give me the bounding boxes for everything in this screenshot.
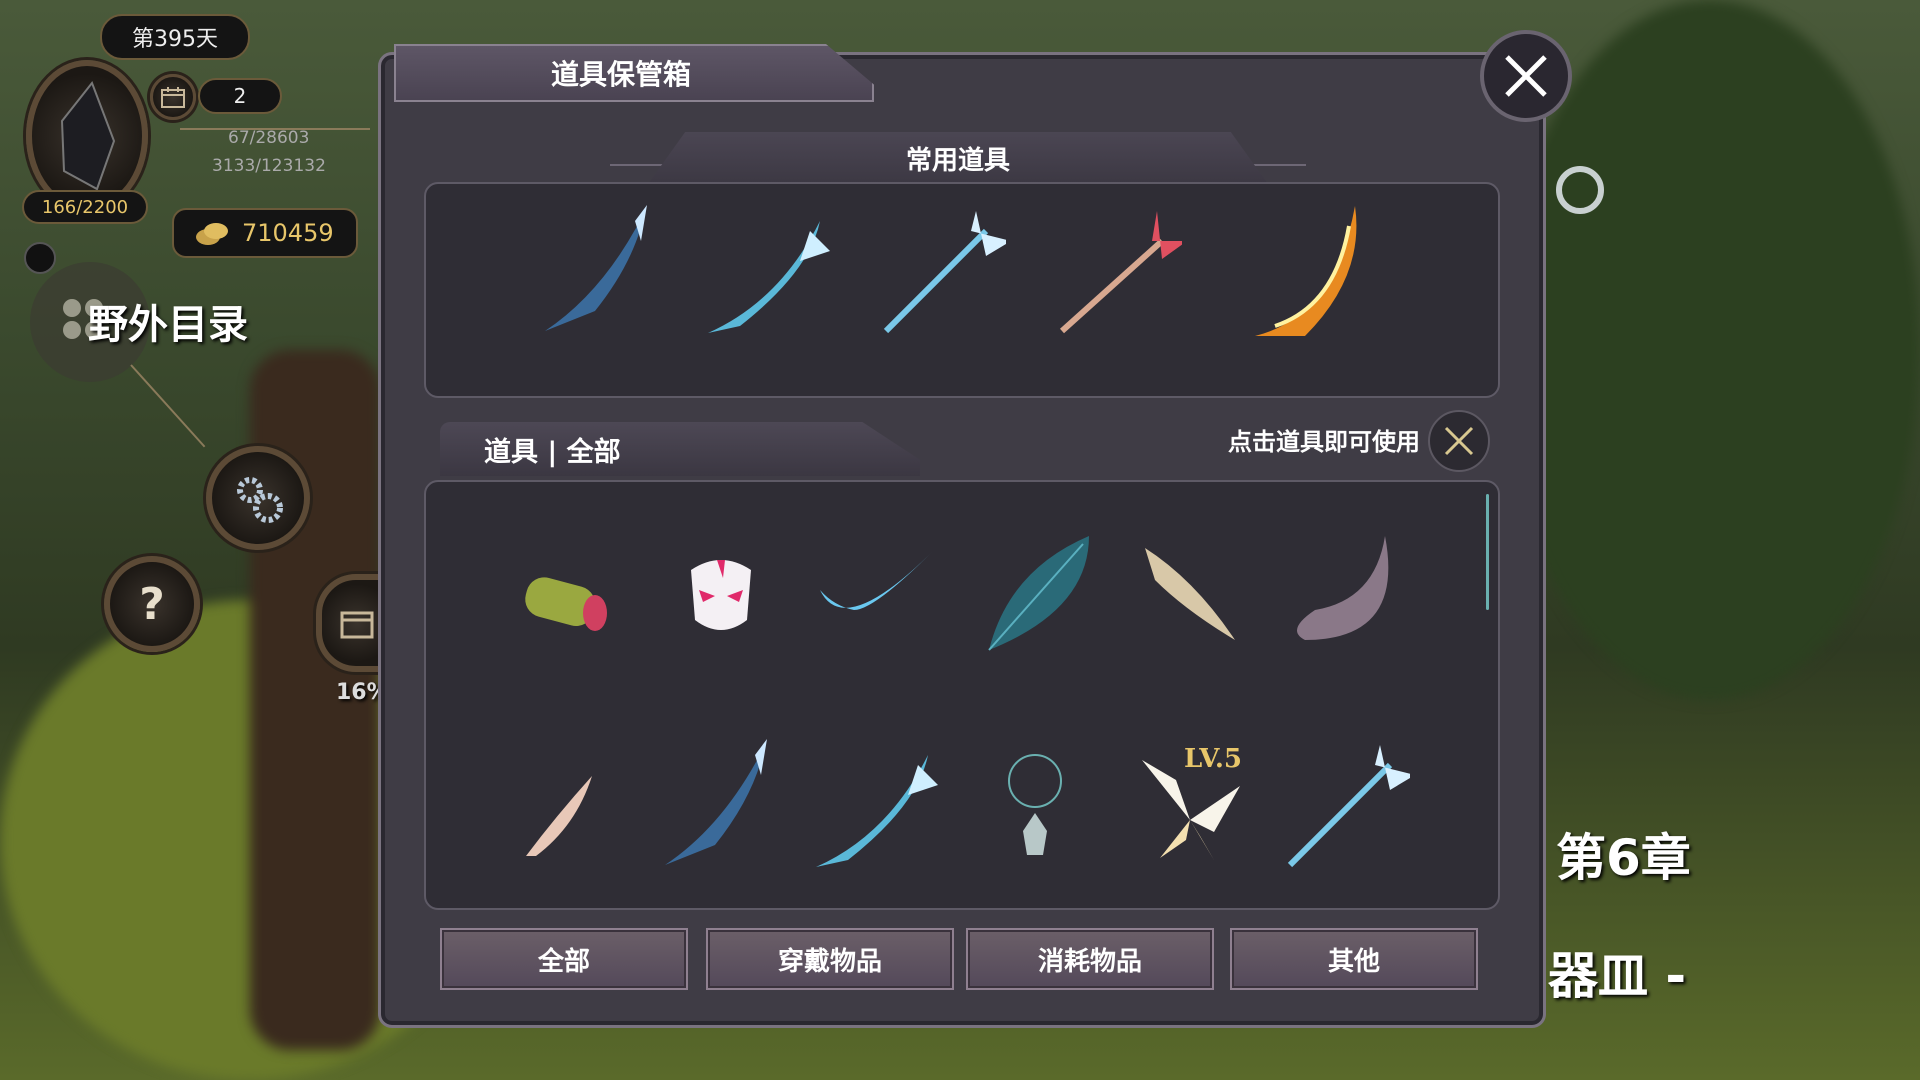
blue-feather-blade-icon <box>665 739 767 865</box>
gold-amount: 710459 <box>242 219 334 247</box>
gears-icon <box>237 477 283 523</box>
calendar-count: 2 <box>198 78 282 114</box>
white-mask-icon <box>691 560 751 630</box>
red-feather-blade-icon <box>1059 211 1182 334</box>
close-button[interactable] <box>1480 30 1572 122</box>
blue-feather-blade-icon <box>545 205 647 331</box>
calendar-icon[interactable] <box>150 74 196 120</box>
cyan-feather-blade-icon <box>708 221 830 333</box>
banner-line-left <box>610 164 670 166</box>
banner-line-right <box>1246 164 1306 166</box>
level-badge: LV.5 <box>1184 744 1242 774</box>
common-item-slot-4[interactable] <box>1052 206 1182 336</box>
event-calendar-icon <box>340 611 374 639</box>
ice-feather-staff-icon <box>883 211 1006 334</box>
crystal-counter: 166/2200 <box>22 190 148 224</box>
small-blade-icon <box>526 776 592 856</box>
inventory-slot-2[interactable] <box>656 530 786 660</box>
filter-all-button[interactable]: 全部 <box>440 928 688 990</box>
inventory-slot-12[interactable] <box>1280 740 1410 870</box>
day-counter: 第395天 <box>100 14 250 60</box>
filter-wearable-label: 穿戴物品 <box>777 946 882 977</box>
filter-other-button[interactable]: 其他 <box>1230 928 1478 990</box>
calendar-count-value: 2 <box>233 84 247 108</box>
filter-consumable-button[interactable]: 消耗物品 <box>966 928 1214 990</box>
inventory-slot-6[interactable] <box>1280 530 1410 660</box>
inventory-slot-7[interactable] <box>496 746 626 876</box>
inventory-slot-8[interactable] <box>650 739 780 870</box>
filter-wearable-button[interactable]: 穿戴物品 <box>706 928 954 990</box>
bone-horn-icon <box>1145 548 1235 640</box>
crystal-icon <box>60 81 116 191</box>
dialog-title: 道具保管箱 <box>394 44 874 102</box>
common-item-slot-2[interactable] <box>700 206 830 336</box>
inventory-slot-1[interactable] <box>500 536 630 666</box>
inventory-scrollbar[interactable] <box>1486 494 1489 610</box>
filter-other-label: 其他 <box>1327 946 1380 977</box>
inventory-slot-9[interactable] <box>808 740 938 870</box>
day-label: 第395天 <box>132 27 218 52</box>
chapter-subtitle: 器皿 - <box>1548 947 1687 1005</box>
connector-line <box>130 364 206 448</box>
items-tab: 道具 | 全部 <box>440 422 920 476</box>
forest-backdrop-right <box>1500 0 1920 700</box>
common-items-title: 常用道具 <box>905 145 1010 176</box>
common-item-slot-3[interactable] <box>876 206 1006 336</box>
inventory-slot-11[interactable]: LV.5 <box>1130 740 1260 870</box>
stat-line-1: 67/28603 <box>228 128 310 148</box>
gold-coins-icon <box>196 223 228 245</box>
inventory-slot-10[interactable] <box>970 746 1100 876</box>
items-tab-text: 道具 | 全部 <box>484 436 621 468</box>
hint-dismiss-button[interactable] <box>1428 410 1490 472</box>
common-items-banner: 常用道具 <box>648 132 1268 184</box>
common-item-slot-1[interactable] <box>530 205 660 336</box>
common-item-slot-5[interactable] <box>1240 206 1370 336</box>
close-icon <box>1505 55 1547 97</box>
crystal-value: 166/2200 <box>41 196 129 218</box>
help-button[interactable]: ? <box>104 556 200 652</box>
settings-gear-button[interactable] <box>206 446 310 550</box>
cyan-feather-staff-icon <box>816 755 938 867</box>
dialog-title-text: 道具保管箱 <box>551 58 692 91</box>
teal-feather-leaf-icon <box>988 536 1089 651</box>
close-icon <box>1444 426 1474 456</box>
filter-all-label: 全部 <box>537 946 590 977</box>
inventory-slot-3[interactable] <box>814 530 944 660</box>
blue-crescent-blade-icon <box>820 550 934 610</box>
stat-line-2: 3133/123132 <box>212 156 326 176</box>
filter-consumable-label: 消耗物品 <box>1037 946 1142 977</box>
flame-blade-icon <box>1255 206 1357 336</box>
star-pendant-icon <box>1008 754 1062 855</box>
inventory-slot-4[interactable] <box>974 530 1104 660</box>
question-icon: ? <box>139 578 165 630</box>
location-pin-icon[interactable] <box>1556 166 1604 214</box>
chapter-title: 第6章 <box>1556 829 1691 887</box>
use-hint: 点击道具即可使用 <box>1228 428 1420 456</box>
meat-roll-icon <box>525 577 607 631</box>
inventory-slot-5[interactable] <box>1130 530 1260 660</box>
field-catalog-label: 野外目录 <box>88 302 248 348</box>
ice-feather-staff-icon <box>1287 745 1410 868</box>
purple-fang-icon <box>1297 536 1389 640</box>
gold-counter: 710459 <box>172 208 358 258</box>
